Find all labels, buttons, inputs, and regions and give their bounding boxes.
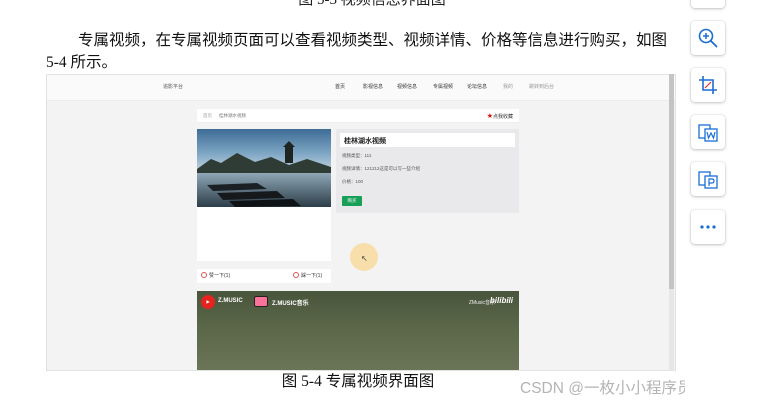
screenshot-nav-item: 我的 <box>503 84 514 90</box>
paragraph-text: 专属视频，在专属视频页面可以查看视频类型、视频详情、价格等信息进行购买，如图 5… <box>46 32 668 71</box>
toolbar-top-button[interactable] <box>691 0 725 8</box>
more-button[interactable] <box>691 210 725 244</box>
bilibili-tv-icon <box>254 296 268 307</box>
figure-caption: 图 5-4 专属视频界面图 <box>281 373 435 390</box>
channel-b-label: Z.MUSIC音乐 <box>272 301 309 307</box>
screenshot-favorite: ★点我收藏 <box>487 112 513 120</box>
more-icon <box>700 225 716 229</box>
video-type-row: 视频类型：111 <box>342 153 372 158</box>
video-title: 桂林湖水视频 <box>340 133 515 147</box>
breadcrumb-home: 首页 <box>203 113 212 118</box>
crop-icon <box>699 76 717 94</box>
screenshot-video-frame: ▶ Z.MUSIC Z.MUSIC音乐 ZMusic音乐 bilibili <box>197 291 519 370</box>
screenshot-navbar: 追影平台 首页 影视信息 视频信息 专属视频 论坛信息 我的 跳转到后台 <box>47 75 675 101</box>
screenshot-vote-bar: 赞一下(1) 踩一下(1) <box>197 269 331 283</box>
zoom-in-button[interactable] <box>691 21 725 55</box>
screenshot-nav-item: 跳转到后台 <box>529 84 555 90</box>
crop-button[interactable] <box>691 68 725 102</box>
scrollbar-thumb[interactable] <box>669 74 674 289</box>
video-thumbnail-image <box>197 129 331 207</box>
smile-icon <box>201 272 207 278</box>
screenshot-thumbnail-column <box>197 129 331 261</box>
screenshot-nav-item: 论坛信息 <box>467 84 488 90</box>
csdn-watermark: CSDN @一枚小小程序员罗 <box>520 380 708 397</box>
embedded-screenshot: 追影平台 首页 影视信息 视频信息 专属视频 论坛信息 我的 跳转到后台 首页 … <box>46 74 676 371</box>
body-paragraph: 专属视频，在专属视频页面可以查看视频类型、视频详情、价格等信息进行购买，如图 5… <box>46 30 676 74</box>
image-toolbar <box>685 0 763 406</box>
upvote-label: 赞一下(1) <box>209 273 231 279</box>
screenshot-brand: 追影平台 <box>163 84 184 90</box>
screenshot-nav-items: 首页 影视信息 视频信息 专属视频 论坛信息 我的 跳转到后台 <box>335 83 569 90</box>
screenshot-nav-item: 影视信息 <box>363 84 384 90</box>
screenshot-info-panel: 桂林湖水视频 视频类型：111 视频详情：121212这是可以写一些介绍 价格：… <box>336 129 519 213</box>
buy-button: 购买 <box>342 196 362 206</box>
export-word-icon <box>698 124 718 142</box>
breadcrumb-current: 桂林湖水视频 <box>219 113 246 118</box>
channel-a-label: Z.MUSIC <box>218 298 243 304</box>
screenshot-nav-item: 专属视频 <box>433 84 454 90</box>
export-pdf-icon <box>698 171 718 189</box>
screenshot-nav-item: 视频信息 <box>397 84 418 90</box>
downvote: 踩一下(1) <box>293 272 322 279</box>
document-page: 图 5-3 视频信息界面图 专属视频，在专属视频页面可以查看视频类型、视频详情、… <box>0 0 708 406</box>
video-price-row: 价格：100 <box>342 179 364 184</box>
export-word-button[interactable] <box>691 115 725 149</box>
zoom-in-icon <box>698 28 718 48</box>
youtube-logo-icon: ▶ <box>201 295 215 309</box>
screenshot-scrollbar[interactable] <box>669 74 674 371</box>
export-pdf-button[interactable] <box>691 162 725 196</box>
downvote-label: 踩一下(1) <box>301 273 323 279</box>
video-detail-row: 视频详情：121212这是可以写一些介绍 <box>342 166 421 171</box>
favorite-label: 点我收藏 <box>492 114 513 120</box>
screenshot-breadcrumb: 首页 桂林湖水视频 ★点我收藏 <box>197 109 519 123</box>
upvote: 赞一下(1) <box>201 272 230 279</box>
previous-figure-caption: 图 5-3 视频信息界面图 <box>298 0 446 8</box>
screenshot-nav-item: 首页 <box>335 84 346 90</box>
frown-icon <box>293 272 299 278</box>
cursor-icon: ↖ <box>361 254 368 263</box>
bilibili-logo: bilibili <box>489 296 513 305</box>
